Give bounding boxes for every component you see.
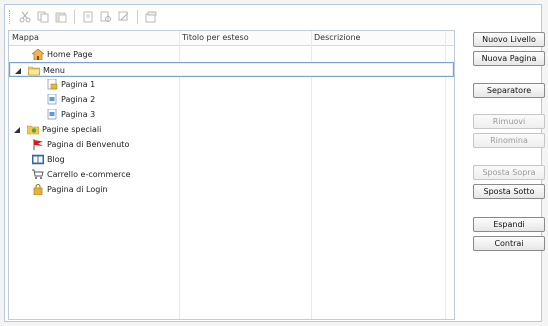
toolbar: [5, 5, 455, 29]
tree-row-label: Pagine speciali: [42, 125, 102, 134]
find-replace-icon[interactable]: [117, 10, 131, 24]
cart-icon: [32, 169, 44, 180]
tree-row[interactable]: Pagina di Benvenuto: [9, 137, 454, 152]
tree-row[interactable]: Menu: [9, 62, 454, 77]
page-icon: [46, 108, 58, 120]
action-buttons-panel: Nuovo Livello Nuova Pagina Separatore Ri…: [467, 5, 545, 321]
tree-row-label: Pagina 3: [61, 110, 96, 119]
page-lock-icon: [46, 78, 58, 90]
rename-button[interactable]: Rinomina: [473, 133, 545, 148]
tree-row-label: Blog: [47, 155, 65, 164]
tree-expander-icon[interactable]: [15, 67, 21, 74]
tree-row-label: Carrello e-commerce: [47, 170, 131, 179]
toolbar-separator: [137, 10, 138, 24]
tree-row[interactable]: Pagina 2: [9, 92, 454, 107]
tree-header: Mappa Titolo per esteso Descrizione: [9, 31, 454, 46]
move-up-button[interactable]: Sposta Sopra: [473, 165, 545, 180]
find-icon[interactable]: [99, 10, 113, 24]
flag-icon: [32, 139, 44, 150]
lock-icon: [32, 184, 44, 196]
paste-icon[interactable]: [54, 10, 68, 24]
new-page-button[interactable]: Nuova Pagina: [473, 51, 545, 66]
tree-row[interactable]: Pagina di Login: [9, 182, 454, 197]
tree-row-label: Home Page: [47, 50, 93, 59]
special-folder-icon: [26, 124, 40, 135]
expand-button[interactable]: Espandi: [473, 217, 545, 232]
tree-row[interactable]: Home Page: [9, 47, 454, 62]
collapse-button[interactable]: Contrai: [473, 236, 545, 251]
properties-icon[interactable]: [144, 10, 158, 24]
tree-row[interactable]: Blog: [9, 152, 454, 167]
cut-icon[interactable]: [18, 10, 32, 24]
page-icon[interactable]: [81, 10, 95, 24]
tree-expander-icon[interactable]: [14, 126, 20, 133]
home-icon: [31, 48, 45, 61]
remove-button[interactable]: Rimuovi: [473, 114, 545, 129]
move-down-button[interactable]: Sposta Sotto: [473, 184, 545, 199]
tree-row[interactable]: Pagine speciali: [9, 122, 454, 137]
blog-icon: [31, 154, 45, 165]
tree-row-label: Pagina di Login: [47, 185, 108, 194]
toolbar-grip[interactable]: [9, 10, 12, 24]
copy-icon[interactable]: [36, 10, 50, 24]
page-manager-window: Mappa Titolo per esteso Descrizione Home…: [4, 4, 545, 322]
tree-row-label: Pagina 1: [61, 80, 96, 89]
tree-row[interactable]: Pagina 1: [9, 77, 454, 92]
tree-row[interactable]: Carrello e-commerce: [9, 167, 454, 182]
tree-row[interactable]: Pagina 3: [9, 107, 454, 122]
toolbar-separator: [74, 10, 75, 24]
column-header-mappa[interactable]: Mappa: [12, 33, 39, 42]
page-icon: [46, 93, 58, 105]
site-map-tree[interactable]: Mappa Titolo per esteso Descrizione Home…: [8, 30, 455, 320]
tree-row-label: Pagina di Benvenuto: [47, 140, 130, 149]
tree-row-label: Menu: [43, 66, 65, 75]
column-header-titolo[interactable]: Titolo per esteso: [182, 33, 249, 42]
folder-icon: [27, 65, 41, 76]
column-header-descrizione[interactable]: Descrizione: [314, 33, 360, 42]
tree-row-label: Pagina 2: [61, 95, 96, 104]
new-level-button[interactable]: Nuovo Livello: [473, 32, 545, 47]
separator-button[interactable]: Separatore: [473, 83, 545, 98]
